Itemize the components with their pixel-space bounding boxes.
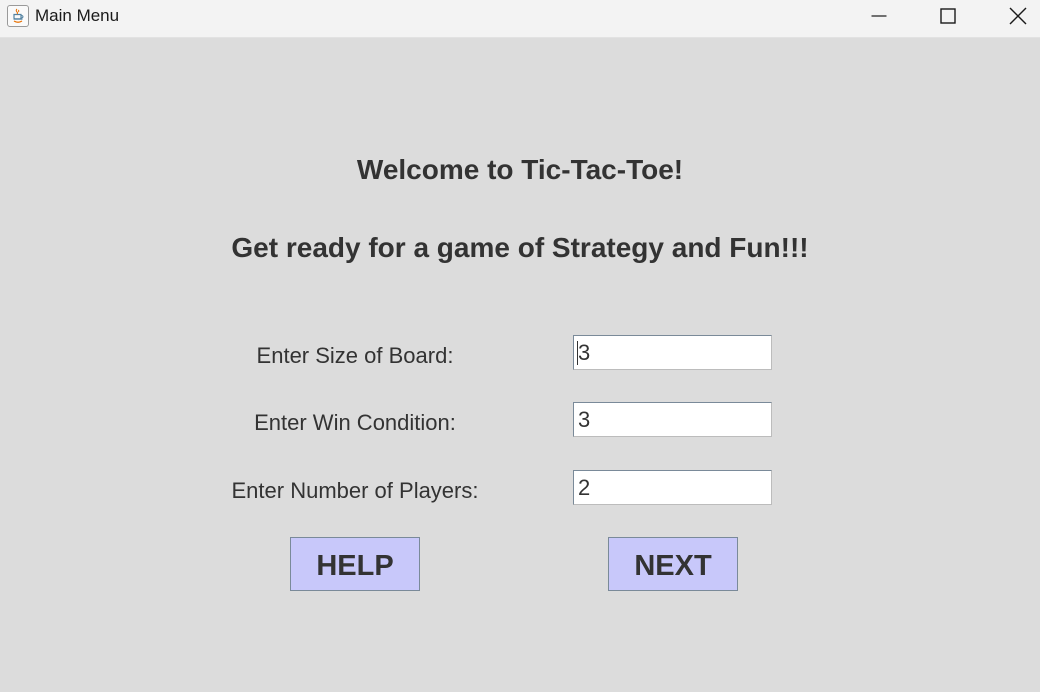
- title-bar[interactable]: Main Menu: [0, 0, 1040, 38]
- text-caret: [577, 341, 578, 365]
- maximize-button[interactable]: [925, 0, 971, 32]
- win-condition-input[interactable]: [573, 402, 772, 437]
- win-condition-label: Enter Win Condition:: [254, 410, 456, 435]
- window-title: Main Menu: [35, 6, 120, 25]
- close-button[interactable]: [995, 0, 1040, 32]
- minimize-button[interactable]: [856, 0, 902, 32]
- java-icon: [7, 5, 29, 27]
- maximize-icon: [940, 8, 956, 24]
- tagline-heading: Get ready for a game of Strategy and Fun…: [231, 232, 809, 263]
- welcome-heading: Welcome to Tic-Tac-Toe!: [356, 154, 684, 185]
- board-size-label: Enter Size of Board:: [256, 343, 454, 368]
- help-button[interactable]: HELP: [290, 537, 420, 591]
- board-size-input[interactable]: [573, 335, 772, 370]
- num-players-input[interactable]: [573, 470, 772, 505]
- minimize-icon: [871, 15, 887, 17]
- close-icon: [1009, 7, 1027, 25]
- next-button[interactable]: NEXT: [608, 537, 738, 591]
- main-menu-window: Main Menu Welcome to Tic-Tac-Toe! Get re…: [0, 0, 1040, 692]
- num-players-label: Enter Number of Players:: [231, 478, 479, 503]
